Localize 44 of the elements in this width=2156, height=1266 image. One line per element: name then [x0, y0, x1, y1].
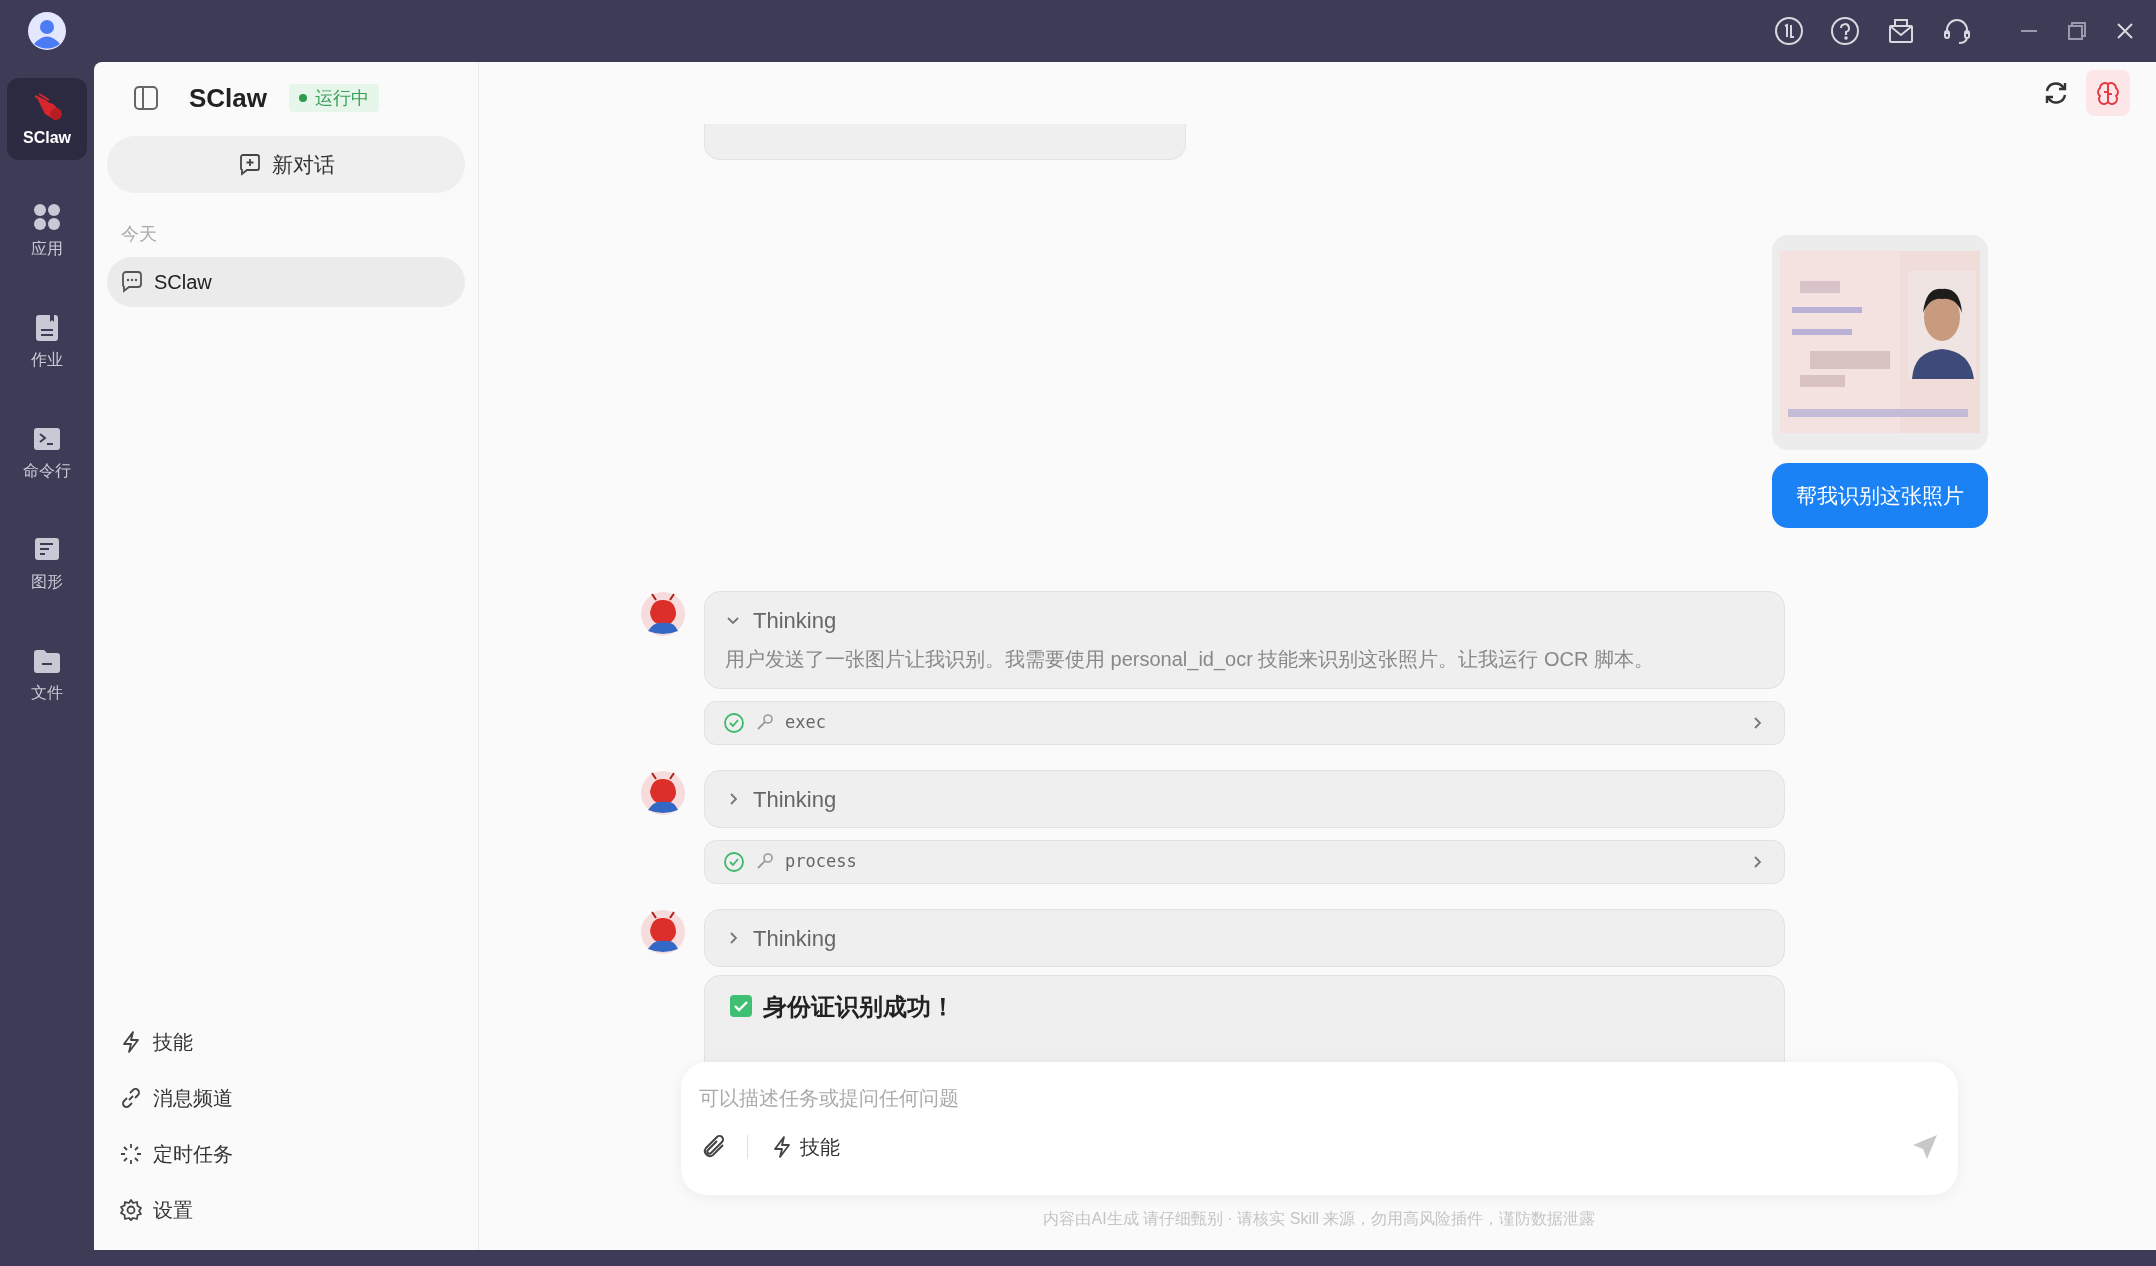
message-input[interactable]: 可以描述任务或提问任何问题 — [699, 1082, 1940, 1114]
loading-icon — [119, 1142, 143, 1166]
restore-icon[interactable] — [2066, 20, 2088, 42]
new-chat-icon — [237, 152, 262, 177]
mail-icon[interactable] — [1886, 16, 1916, 46]
rail-item[interactable]: 文件 — [7, 633, 87, 715]
rail-item[interactable]: 作业 — [7, 300, 87, 382]
headset-icon[interactable] — [1942, 16, 1972, 46]
new-chat-button[interactable]: 新对话 — [107, 136, 465, 193]
tool-call-row[interactable]: exec — [704, 701, 1785, 745]
thinking-text: 用户发送了一张图片让我识别。我需要使用 personal_id_ocr 技能来识别这张照片。让我运行 OCR 脚本。 — [725, 647, 1655, 673]
rail-item[interactable]: 命令行 — [7, 411, 87, 493]
bot-avatar — [640, 909, 686, 955]
section-label: 今天 — [121, 223, 158, 245]
number-icon[interactable] — [1774, 16, 1804, 46]
rail-item[interactable]: SClaw — [7, 78, 87, 160]
sidebar-link[interactable]: 消息频道 — [107, 1070, 465, 1126]
brain-icon — [2095, 80, 2121, 106]
sidebar-toggle-icon[interactable] — [133, 85, 159, 111]
chat-icon — [120, 270, 144, 294]
sidebar-link[interactable]: 定时任务 — [107, 1126, 465, 1182]
bot-avatar — [640, 591, 686, 637]
tool-call-row[interactable]: process — [704, 840, 1785, 884]
app-title: SClaw — [189, 81, 268, 115]
thinking-toggle[interactable]: Thinking — [725, 604, 1764, 636]
skill-button[interactable]: 技能 — [770, 1132, 840, 1162]
apps-icon — [31, 201, 63, 233]
rail-item[interactable]: 图形 — [7, 522, 87, 604]
link-icon — [119, 1086, 143, 1110]
thinking-toggle[interactable]: Thinking — [725, 922, 1764, 954]
sidebar-link[interactable]: 技能 — [107, 1014, 465, 1070]
sidebar-link[interactable]: 设置 — [107, 1182, 465, 1238]
checkbox-icon — [729, 994, 753, 1018]
thinking-toggle[interactable]: Thinking — [725, 783, 1764, 815]
settings-icon — [119, 1198, 143, 1222]
rail-item[interactable]: 应用 — [7, 189, 87, 271]
user-message: 帮我识别这张照片 — [1772, 463, 1988, 528]
conversation-item[interactable]: SClaw — [107, 257, 465, 307]
brain-button[interactable] — [2086, 70, 2130, 116]
help-icon[interactable] — [1830, 16, 1860, 46]
result-heading: 身份证识别成功！ — [763, 994, 955, 1020]
bot-avatar — [640, 770, 686, 816]
status-text: 运行中 — [315, 86, 370, 110]
avatar-icon[interactable] — [27, 11, 67, 51]
